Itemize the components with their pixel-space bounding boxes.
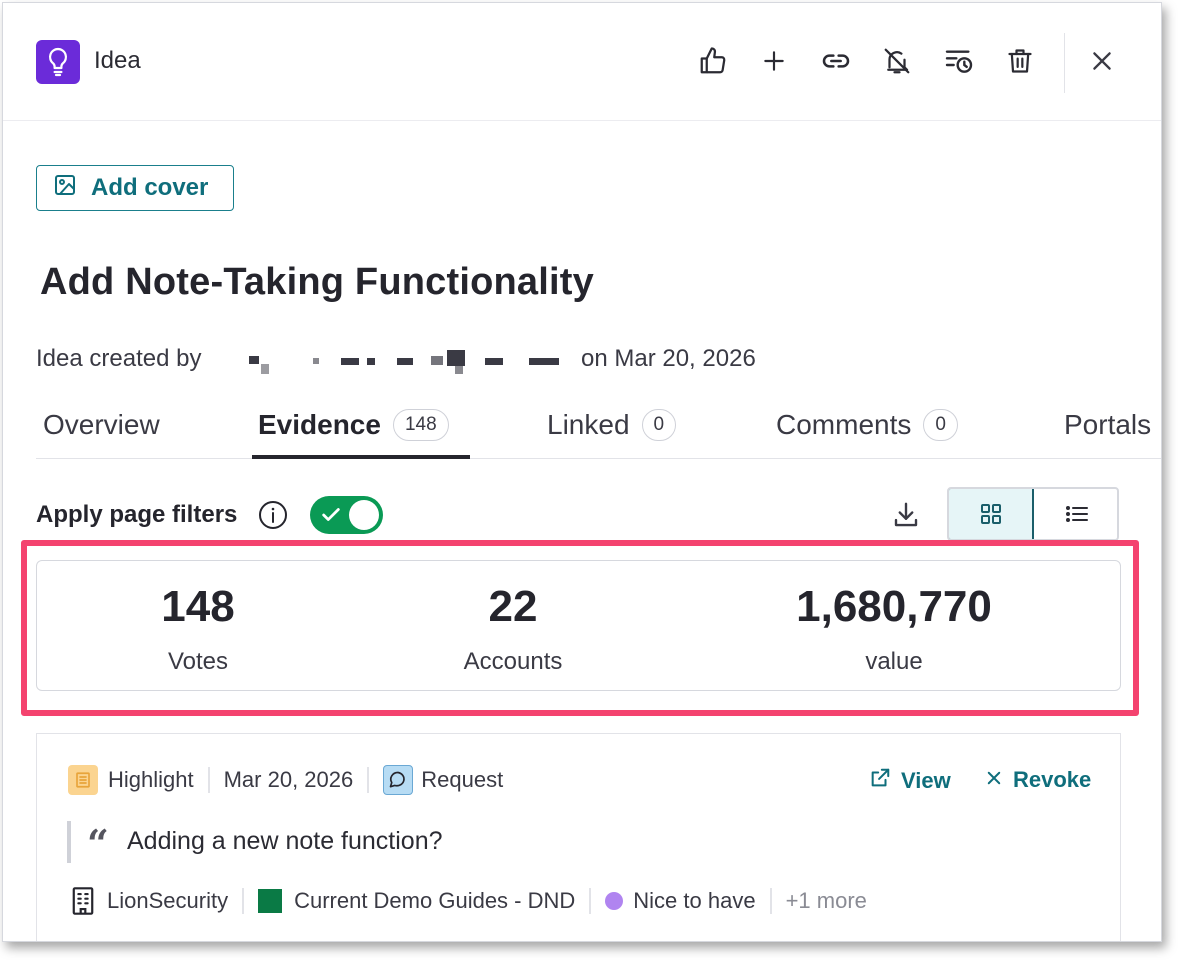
add-cover-label: Add cover: [91, 174, 209, 201]
tab-comments[interactable]: Comments 0: [776, 409, 958, 441]
revoke-label: Revoke: [1013, 767, 1092, 792]
view-label: View: [901, 768, 951, 793]
divider: [589, 888, 592, 914]
info-icon[interactable]: [257, 499, 289, 531]
add-cover-button[interactable]: Add cover: [36, 165, 234, 211]
priority-dot: [605, 892, 624, 910]
panel-header: Idea: [3, 3, 1161, 121]
quote-bar: [67, 821, 71, 863]
tab-bar: Overview Evidence 148 Linked 0 Comments …: [36, 395, 1161, 459]
tab-label: Evidence: [258, 409, 381, 440]
bell-off-icon[interactable]: [877, 41, 917, 81]
thumbs-up-icon[interactable]: [693, 41, 733, 81]
view-evidence-button[interactable]: View: [869, 767, 951, 795]
page-filters-toggle[interactable]: [310, 496, 383, 534]
comments-count-badge: 0: [923, 409, 958, 441]
evidence-category: Request: [421, 767, 504, 792]
tab-label: Comments: [776, 409, 912, 440]
evidence-count-badge: 148: [392, 409, 449, 441]
idea-title[interactable]: Add Note-Taking Functionality: [40, 261, 594, 304]
speech-bubble-icon: [383, 765, 414, 795]
evidence-tags: LionSecurity Current Demo Guides - DND N…: [69, 885, 867, 917]
priority-tag[interactable]: Nice to have: [633, 888, 755, 914]
header-divider: [1064, 33, 1065, 93]
evidence-type: Highlight: [108, 767, 194, 792]
quote-icon: “: [87, 821, 109, 866]
revoke-evidence-button[interactable]: Revoke: [985, 767, 1091, 793]
tab-evidence[interactable]: Evidence 148: [258, 409, 449, 441]
toggle-knob: [349, 500, 379, 530]
lightbulb-icon: [36, 40, 80, 84]
annotation-highlight-outline: [21, 540, 1139, 716]
guide-tag[interactable]: Current Demo Guides - DND: [294, 888, 575, 914]
trash-icon[interactable]: [1000, 41, 1040, 81]
divider: [367, 767, 370, 793]
tab-overview[interactable]: Overview: [43, 409, 160, 441]
tab-portals[interactable]: Portals: [1064, 409, 1151, 441]
tab-label: Portals: [1064, 409, 1152, 440]
list-view-button[interactable]: [1034, 489, 1117, 539]
highlight-icon: [68, 765, 98, 795]
created-date: on Mar 20, 2026: [581, 345, 756, 372]
evidence-quote: Adding a new note function?: [127, 827, 443, 855]
grid-view-button[interactable]: [949, 489, 1034, 539]
check-icon: [320, 504, 342, 531]
history-icon[interactable]: [939, 41, 979, 81]
divider: [769, 888, 772, 914]
account-name[interactable]: LionSecurity: [107, 888, 228, 914]
close-icon[interactable]: [1082, 41, 1122, 81]
redacted-author-name: [249, 350, 569, 374]
idea-detail-panel: Idea Add cover Add Note-Taking Functiona…: [2, 2, 1162, 942]
building-icon: [69, 886, 97, 916]
linked-count-badge: 0: [641, 409, 677, 441]
tab-label: Overview: [43, 409, 160, 440]
evidence-date: Mar 20, 2026: [223, 767, 354, 792]
guide-color-swatch: [258, 889, 283, 913]
active-tab-indicator: [252, 455, 470, 459]
divider: [207, 767, 210, 793]
divider: [242, 888, 245, 914]
created-by-prefix: Idea created by: [36, 345, 202, 372]
external-link-icon: [869, 767, 891, 795]
tab-linked[interactable]: Linked 0: [547, 409, 677, 441]
image-icon: [53, 173, 77, 204]
item-type-label: Idea: [94, 47, 141, 74]
evidence-meta: Highlight Mar 20, 2026 Request: [68, 765, 503, 795]
more-tags-link[interactable]: +1 more: [786, 888, 867, 914]
plus-icon[interactable]: [754, 41, 794, 81]
apply-page-filters-label: Apply page filters: [36, 501, 238, 528]
x-icon: [985, 767, 1003, 793]
tab-label: Linked: [547, 409, 630, 440]
download-icon[interactable]: [888, 497, 924, 533]
link-icon[interactable]: [816, 41, 856, 81]
view-mode-switcher: [947, 487, 1119, 541]
